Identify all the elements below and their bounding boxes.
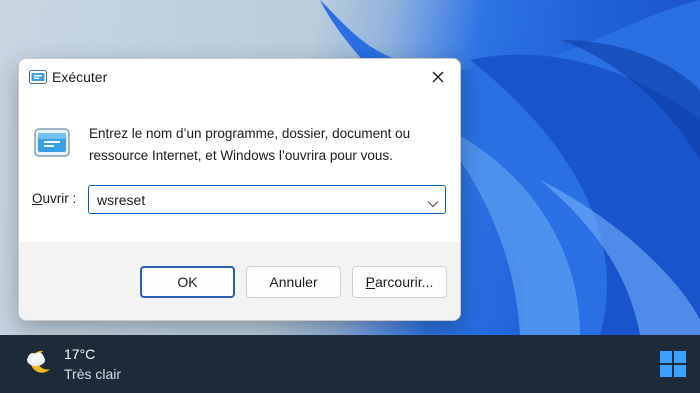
close-button[interactable] <box>416 59 460 95</box>
close-icon <box>432 71 444 83</box>
open-label-accelerator: O <box>32 191 43 206</box>
moon-cloud-icon[interactable] <box>24 347 54 382</box>
browse-accelerator: P <box>365 274 375 290</box>
dialog-content: Entrez le nom d’un programme, dossier, d… <box>19 95 460 242</box>
windows-logo-icon[interactable] <box>660 351 686 377</box>
open-label-text: uvrir : <box>42 191 77 206</box>
chevron-down-icon[interactable] <box>427 195 439 213</box>
run-icon <box>34 128 70 163</box>
cancel-button[interactable]: Annuler <box>246 266 341 298</box>
dialog-description: Entrez le nom d’un programme, dossier, d… <box>89 126 411 163</box>
run-icon <box>29 70 47 89</box>
taskbar: 17°C Très clair <box>0 335 700 393</box>
ok-button[interactable]: OK <box>140 266 235 298</box>
dialog-titlebar[interactable]: Exécuter <box>19 59 460 95</box>
open-label: Ouvrir : <box>32 191 76 206</box>
weather-condition[interactable]: Très clair <box>64 366 121 382</box>
command-combobox[interactable] <box>88 185 446 214</box>
browse-label: arcourir... <box>374 274 434 290</box>
run-dialog: Exécuter Entrez le nom d’un programme, d… <box>18 58 461 321</box>
command-input[interactable] <box>89 186 409 213</box>
browse-button[interactable]: Parcourir... <box>352 266 447 298</box>
weather-temperature[interactable]: 17°C <box>64 346 95 362</box>
dialog-title: Exécuter <box>52 69 108 85</box>
